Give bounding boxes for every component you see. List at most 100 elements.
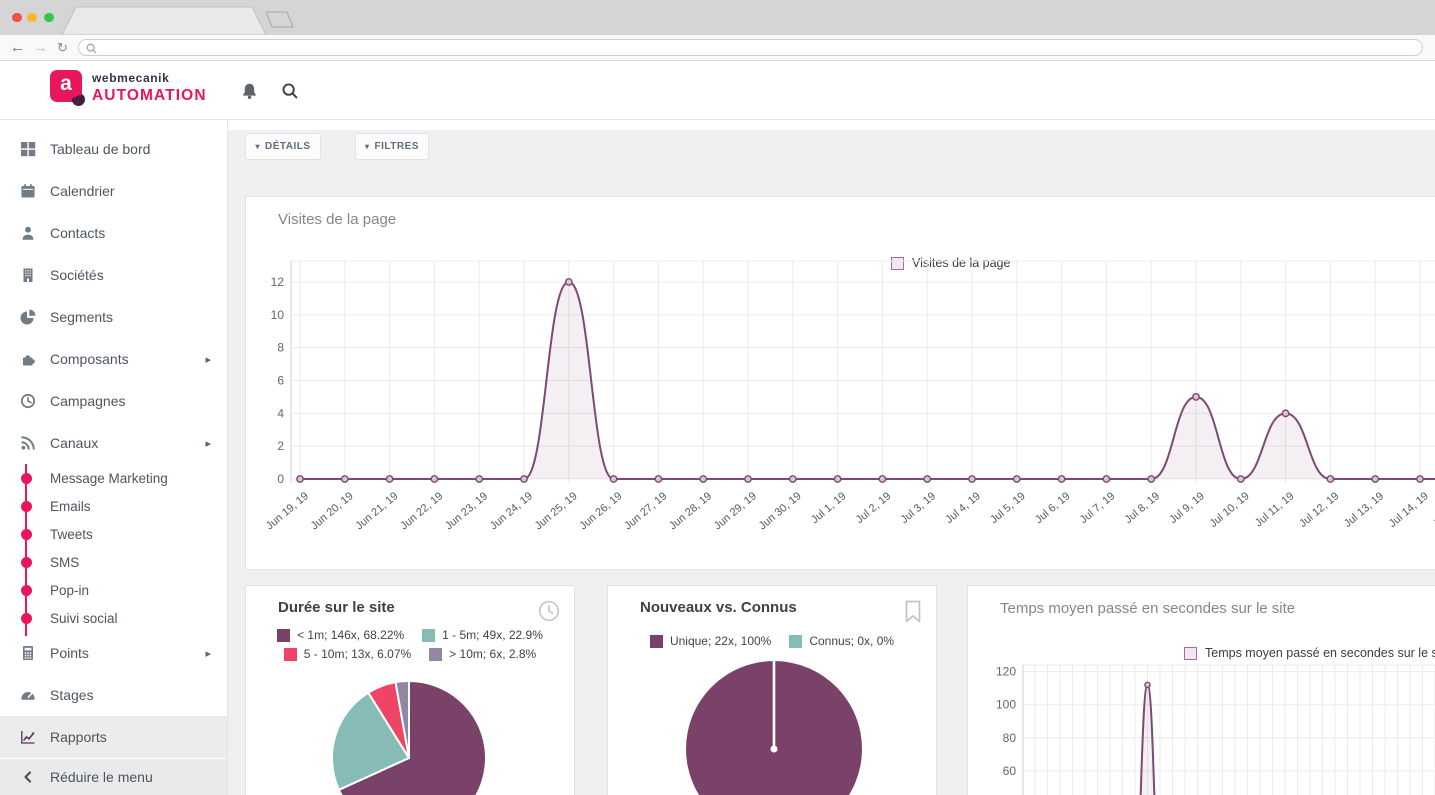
data-point-marker: [1014, 476, 1020, 482]
dashboard-grid-icon: [20, 141, 36, 157]
sidebar-subitem-tweets[interactable]: Tweets: [0, 520, 227, 548]
channel-dot-icon: [21, 613, 32, 624]
x-axis-tick-label: Jun 25, 19: [533, 490, 580, 532]
x-axis-tick-label: Jul 11, 19: [1253, 490, 1297, 529]
card-page-visits: Visites de la page Visites de la page 02…: [245, 196, 1435, 570]
brand-product: AUTOMATION: [92, 88, 207, 104]
sidebar-item-label: Sociétés: [50, 267, 104, 283]
sidebar-item-rapports[interactable]: Rapports: [0, 716, 227, 758]
channel-dot-icon: [21, 501, 32, 512]
card-title: Durée sur le site: [278, 599, 395, 616]
y-axis-tick-label: 10: [271, 308, 285, 322]
minimize-window-button[interactable]: [27, 13, 37, 23]
caret-down-icon: ▾: [365, 142, 370, 151]
time-on-site-pie-chart: [246, 656, 576, 795]
sidebar-item-calendrier[interactable]: Calendrier: [0, 170, 227, 212]
data-point-marker: [700, 476, 706, 482]
caret-down-icon: ▾: [255, 142, 260, 151]
url-input[interactable]: [101, 41, 1415, 56]
app-header: a webmecanik AUTOMATION: [0, 61, 1435, 120]
sidebar-item-soci-t-s[interactable]: Sociétés: [0, 254, 227, 296]
x-axis-tick-label: Jun 26, 19: [577, 490, 624, 532]
maximize-window-button[interactable]: [44, 13, 54, 23]
data-point-marker: [1145, 682, 1150, 687]
sidebar-collapse-button[interactable]: Réduire le menu: [0, 759, 227, 795]
data-point-marker: [924, 476, 930, 482]
channel-dot-icon: [21, 557, 32, 568]
search-icon[interactable]: [281, 82, 299, 100]
sidebar-subitem-label: Suivi social: [50, 611, 118, 626]
sidebar-subitem-sms[interactable]: SMS: [0, 548, 227, 576]
sidebar-item-contacts[interactable]: Contacts: [0, 212, 227, 254]
y-axis-tick-label: 0: [277, 472, 284, 486]
sidebar-item-label: Campagnes: [50, 393, 126, 409]
x-axis-tick-label: Jun 30, 19: [757, 490, 804, 532]
x-axis-tick-label: Jun 22, 19: [398, 490, 445, 532]
sidebar-subitem-emails[interactable]: Emails: [0, 492, 227, 520]
forward-icon[interactable]: →: [33, 38, 48, 58]
x-axis-tick-label: Jul 13, 19: [1342, 490, 1386, 530]
sidebar-item-segments[interactable]: Segments: [0, 296, 227, 338]
back-icon[interactable]: ←: [10, 38, 25, 58]
components-puzzle-icon: [20, 351, 36, 367]
legend-item[interactable]: < 1m; 146x, 68.22%: [277, 628, 404, 642]
details-dropdown-button[interactable]: ▾ DÉTAILS: [245, 133, 321, 160]
data-point-marker: [969, 476, 975, 482]
sidebar-item-label: Points: [50, 645, 89, 661]
sidebar-item-canaux[interactable]: Canaux▸: [0, 422, 227, 464]
y-axis-tick-label: 12: [271, 275, 285, 289]
sidebar-item-label: Stages: [50, 687, 94, 703]
data-point-marker: [1238, 476, 1244, 482]
sidebar-item-points[interactable]: Points▸: [0, 632, 227, 674]
x-axis-tick-label: Jul 14, 19: [1387, 490, 1431, 530]
data-point-marker: [879, 476, 885, 482]
x-axis-tick-label: Jun 23, 19: [443, 490, 490, 532]
sidebar-item-campagnes[interactable]: Campagnes: [0, 380, 227, 422]
chevron-left-icon: [20, 769, 50, 785]
new-tab-button[interactable]: [266, 12, 293, 27]
sidebar-item-composants[interactable]: Composants▸: [0, 338, 227, 380]
data-point-marker: [1327, 476, 1333, 482]
sidebar-subitem-suivi-social[interactable]: Suivi social: [0, 604, 227, 632]
card-new-vs-returning: Nouveaux vs. Connus Unique; 22x, 100%Con…: [607, 585, 937, 795]
segments-pie-icon: [20, 309, 36, 325]
data-point-marker: [431, 476, 437, 482]
x-axis-tick-label: Jul 8, 19: [1123, 490, 1163, 526]
address-bar[interactable]: [78, 39, 1423, 56]
sidebar-item-tableau-de-bord[interactable]: Tableau de bord: [0, 128, 227, 170]
data-point-marker: [1372, 476, 1378, 482]
x-axis-tick-label: Jun 29, 19: [712, 490, 759, 532]
sidebar-item-stages[interactable]: Stages: [0, 674, 227, 716]
content-top-strip: [228, 120, 1435, 130]
x-axis-tick-label: Jul 4, 19: [943, 490, 983, 526]
reload-icon[interactable]: ↻: [57, 38, 68, 58]
screen: ← → ↻ a webmecanik AUTOMATION: [0, 0, 1435, 795]
sidebar-subitem-label: Pop-in: [50, 583, 89, 598]
filters-button-label: FILTRES: [375, 141, 419, 152]
data-point-marker: [834, 476, 840, 482]
notifications-bell-icon[interactable]: [241, 82, 258, 100]
sidebar-subitem-label: Tweets: [50, 527, 93, 542]
close-window-button[interactable]: [12, 13, 22, 23]
data-point-marker: [1103, 476, 1109, 482]
card-avg-seconds: Temps moyen passé en secondes sur le sit…: [967, 585, 1435, 795]
calendar-icon: [20, 183, 36, 199]
x-axis-tick-label: Jun 27, 19: [622, 490, 669, 532]
data-point-marker: [386, 476, 392, 482]
page-visits-line-chart: 024681012Jun 19, 19Jun 20, 19Jun 21, 19J…: [246, 237, 1435, 571]
x-axis-tick-label: Jul 9, 19: [1167, 490, 1207, 526]
y-axis-tick-label: 6: [277, 373, 284, 387]
brand-block: webmecanik AUTOMATION: [92, 72, 207, 104]
app-logo[interactable]: a: [50, 70, 82, 102]
data-point-marker: [476, 476, 482, 482]
y-axis-tick-label: 4: [277, 406, 284, 420]
x-axis-tick-label: Jul 7, 19: [1078, 490, 1118, 526]
legend-item[interactable]: 1 - 5m; 49x, 22.9%: [422, 628, 543, 642]
filters-dropdown-button[interactable]: ▾ FILTRES: [355, 133, 429, 160]
data-point-marker: [1193, 394, 1199, 400]
sidebar-subitem-message-marketing[interactable]: Message Marketing: [0, 464, 227, 492]
sidebar-item-label: Composants: [50, 351, 129, 367]
sidebar-subitem-pop-in[interactable]: Pop-in: [0, 576, 227, 604]
y-axis-tick-label: 80: [1003, 731, 1017, 745]
points-calculator-icon: [20, 645, 36, 661]
